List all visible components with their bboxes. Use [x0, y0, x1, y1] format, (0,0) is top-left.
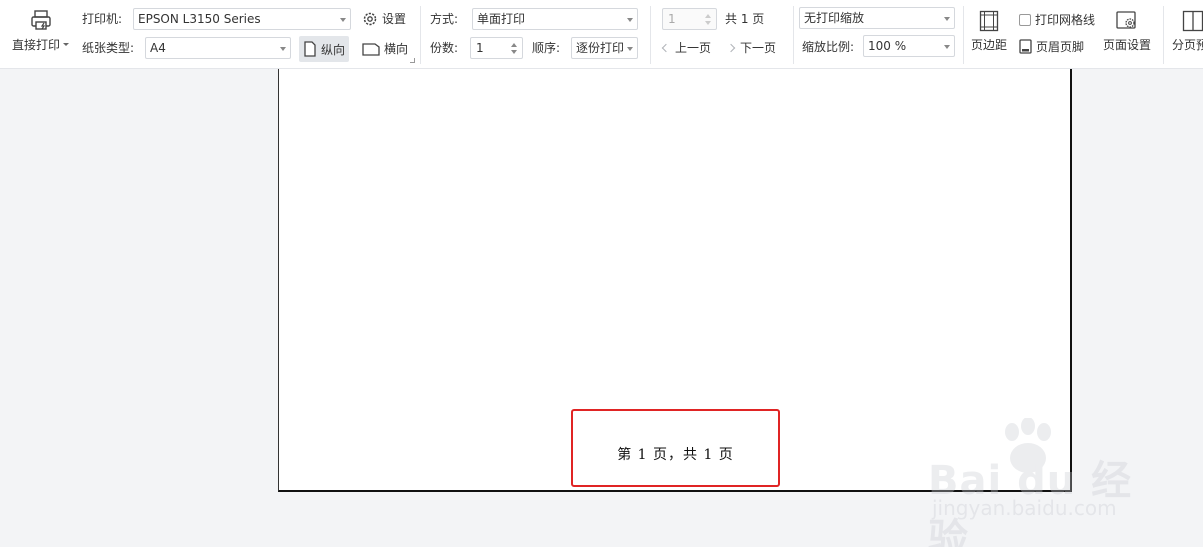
header-footer-label: 页眉页脚	[1036, 40, 1085, 54]
next-page-button[interactable]: 下一页	[726, 39, 777, 56]
portrait-page-icon	[304, 41, 316, 57]
paper-type-label: 纸张类型:	[82, 41, 135, 55]
chevron-down-icon	[944, 45, 950, 49]
increment-icon[interactable]	[511, 43, 517, 47]
print-mode-select[interactable]: 单面打印	[472, 8, 638, 30]
page-footer-text: 第 1 页，共 1 页	[617, 447, 734, 463]
toolbar-divider	[1163, 6, 1164, 64]
toolbar-divider	[650, 6, 651, 64]
toolbar-divider	[793, 6, 794, 64]
page-setup-button[interactable]: 页面设置	[1103, 10, 1151, 53]
margins-button[interactable]: 页边距	[971, 10, 1007, 53]
print-gridlines-label: 打印网格线	[1035, 13, 1096, 27]
paper-type-select[interactable]: A4	[145, 37, 291, 59]
print-order-label: 顺序:	[532, 41, 561, 55]
toolbar-divider	[963, 6, 964, 64]
next-page-label: 下一页	[740, 41, 777, 55]
margins-icon	[979, 10, 999, 32]
scale-ratio-label: 缩放比例:	[802, 40, 855, 54]
watermark-url: jingyan.baidu.com	[932, 496, 1117, 520]
increment-icon[interactable]	[705, 14, 711, 18]
checkbox-icon[interactable]	[1019, 13, 1031, 26]
scale-mode-select[interactable]: 无打印缩放	[799, 7, 955, 29]
gear-icon	[363, 12, 377, 25]
portrait-label: 纵向	[321, 42, 346, 57]
print-gridlines-checkbox[interactable]: 打印网格线	[1019, 11, 1095, 28]
chevron-down-icon	[340, 18, 346, 22]
prev-page-button[interactable]: 上一页	[661, 39, 712, 56]
baidu-jingyan-watermark: Bai du 经验 jingyan.baidu.com	[922, 418, 1162, 547]
print-order-value: 逐份打印	[576, 41, 625, 55]
chevron-right-icon	[726, 43, 736, 52]
more-settings-corner-icon[interactable]	[410, 58, 415, 63]
landscape-label: 横向	[384, 42, 409, 56]
prev-page-label: 上一页	[675, 41, 712, 55]
toolbar-divider	[420, 6, 421, 64]
page-number-value: 1	[668, 12, 676, 26]
chevron-down-icon[interactable]	[63, 43, 70, 46]
decrement-icon[interactable]	[705, 21, 711, 25]
paper-type-value: A4	[150, 41, 166, 55]
page-setup-label: 页面设置	[1103, 38, 1152, 52]
chevron-down-icon	[627, 47, 633, 51]
portrait-button[interactable]: 纵向	[299, 36, 350, 62]
print-mode-value: 单面打印	[477, 12, 526, 26]
chevron-left-icon	[661, 43, 671, 52]
printer-icon	[30, 10, 51, 30]
direct-print-button[interactable]: 直接打印	[12, 8, 70, 53]
decrement-icon[interactable]	[511, 50, 517, 54]
margins-label: 页边距	[971, 38, 1008, 52]
chevron-down-icon	[280, 47, 286, 51]
chevron-down-icon	[944, 17, 950, 21]
print-mode-label: 方式:	[430, 12, 459, 26]
page-break-preview-label: 分页预	[1172, 38, 1203, 52]
printer-select[interactable]: EPSON L3150 Series	[133, 8, 351, 30]
print-preview-toolbar: 直接打印 打印机: EPSON L3150 Series 设置 纸张类型: A4…	[0, 0, 1203, 69]
header-footer-button[interactable]: 页眉页脚	[1019, 38, 1084, 55]
landscape-page-icon	[362, 42, 380, 56]
header-footer-icon	[1019, 39, 1032, 54]
page-break-preview-icon	[1182, 10, 1203, 32]
print-order-select[interactable]: 逐份打印	[571, 37, 638, 59]
direct-print-label: 直接打印	[12, 38, 61, 52]
scale-ratio-select[interactable]: 100 %	[863, 35, 955, 57]
page-footer-highlight: 第 1 页，共 1 页	[571, 409, 780, 487]
chevron-down-icon	[627, 18, 633, 22]
copies-stepper[interactable]: 1	[470, 37, 523, 59]
printer-label: 打印机:	[82, 12, 123, 26]
total-pages-label: 共 1 页	[725, 12, 765, 26]
copies-label: 份数:	[430, 41, 459, 55]
copies-value: 1	[476, 41, 484, 55]
printer-select-value: EPSON L3150 Series	[138, 12, 261, 26]
settings-label: 设置	[382, 12, 407, 26]
scale-mode-value: 无打印缩放	[804, 11, 865, 25]
printer-settings-button[interactable]: 设置	[362, 10, 406, 27]
page-setup-icon	[1116, 11, 1136, 29]
page-number-stepper[interactable]: 1	[662, 8, 717, 30]
page-break-preview-button[interactable]: 分页预	[1172, 10, 1203, 53]
landscape-button[interactable]: 横向	[362, 40, 408, 57]
scale-ratio-value: 100 %	[868, 39, 907, 53]
